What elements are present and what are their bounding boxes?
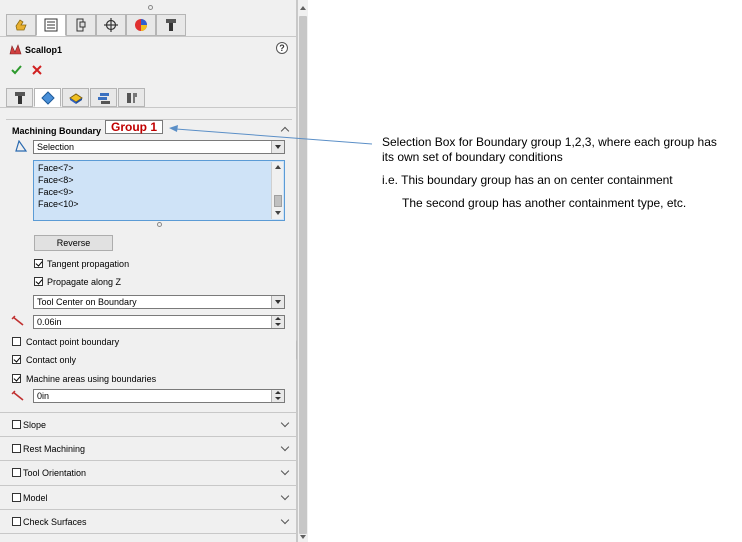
annotation-line-3: i.e. This boundary group has an on cente… bbox=[382, 173, 673, 187]
annotation-line-4: The second group has another containment… bbox=[402, 196, 687, 210]
annotation-line-2: its own set of boundary conditions bbox=[382, 150, 563, 164]
annotation-line-1: Selection Box for Boundary group 1,2,3, … bbox=[382, 135, 717, 149]
annotation-arrow bbox=[169, 125, 373, 145]
